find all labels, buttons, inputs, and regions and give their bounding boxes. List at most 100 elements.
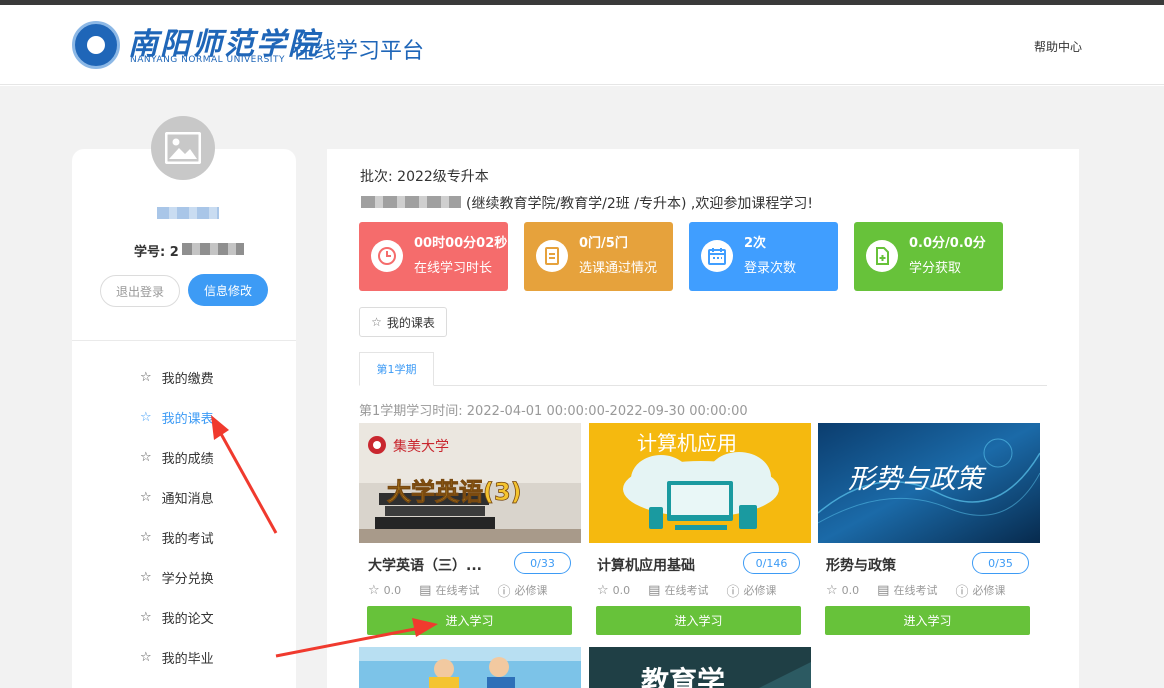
course-title[interactable]: 计算机应用基础 <box>597 555 695 575</box>
sidebar-item-exams[interactable]: ☆ 我的考试 <box>140 527 214 547</box>
course-cover-title: 大学英语(3) <box>387 478 522 506</box>
course-type: 必修课 <box>972 584 1006 597</box>
my-courses-button[interactable]: ☆ 我的课表 <box>359 307 447 337</box>
file-plus-icon <box>866 240 898 272</box>
course-type: 必修课 <box>743 584 777 597</box>
star-icon: ☆ <box>140 529 152 545</box>
course-type: 必修课 <box>514 584 548 597</box>
star-icon: ☆ <box>597 582 609 598</box>
sidebar-divider <box>72 340 296 341</box>
logo-text-en: NANYANG NORMAL UNIVERSITY <box>130 55 285 65</box>
course-cover-partial-1[interactable] <box>359 647 581 688</box>
course-cover-computer[interactable]: 计算机应用 <box>589 423 811 543</box>
stat-value: 2次 <box>744 236 767 251</box>
course-progress-badge: 0/146 <box>743 552 800 574</box>
clock-icon <box>371 240 403 272</box>
course-cover-english[interactable]: 集美大学 大学英语(3) <box>359 423 581 543</box>
semester-time: 第1学期学习时间: 2022-04-01 00:00:00-2022-09-30… <box>359 404 748 419</box>
course-meta: ☆ 0.0 ▤ 在线考试 ⓘ 必修课 <box>597 582 777 600</box>
logout-button[interactable]: 退出登录 <box>100 275 180 307</box>
stat-card-credits: 0.0分/0.0分 学分获取 <box>854 222 1003 291</box>
calendar-icon <box>701 240 733 272</box>
enter-study-button[interactable]: 进入学习 <box>367 606 572 635</box>
help-center-link[interactable]: 帮助中心 <box>1034 38 1082 55</box>
course-rating: 0.0 <box>383 583 402 597</box>
star-icon: ☆ <box>140 489 152 505</box>
course-progress-badge: 0/33 <box>514 552 571 574</box>
course-exam-type: 在线考试 <box>435 584 480 597</box>
sidebar-item-label: 我的缴费 <box>161 371 214 387</box>
course-cover-partial-2[interactable]: 教育学 <box>589 647 811 688</box>
star-icon: ☆ <box>826 582 838 598</box>
course-cover-title: 教育学 <box>641 665 725 688</box>
stat-value: 00时00分02秒 <box>414 236 508 251</box>
stat-card-study-time: 00时00分02秒 在线学习时长 <box>359 222 508 291</box>
sidebar-item-thesis[interactable]: ☆ 我的论文 <box>140 607 214 627</box>
stat-label: 登录次数 <box>744 261 797 276</box>
university-emblem-icon <box>72 21 120 69</box>
course-cover-title: 形势与政策 <box>848 464 987 495</box>
tab-bar-line <box>359 385 1047 386</box>
course-cover-title: 计算机应用 <box>637 431 737 455</box>
star-icon: ☆ <box>371 315 382 329</box>
course-meta: ☆ 0.0 ▤ 在线考试 ⓘ 必修课 <box>368 582 548 600</box>
info-icon: ⓘ <box>955 584 969 600</box>
sidebar-item-label: 通知消息 <box>161 491 214 507</box>
student-name-redacted <box>157 207 219 219</box>
welcome-text: (继续教育学院/教育学/2班 /专升本) ,欢迎参加课程学习! <box>466 196 813 212</box>
star-icon: ☆ <box>140 649 152 665</box>
star-icon: ☆ <box>140 369 152 385</box>
document-icon: ▤ <box>877 582 890 598</box>
sidebar-item-label: 我的成绩 <box>161 451 214 467</box>
sidebar-item-label: 我的考试 <box>161 531 214 547</box>
image-placeholder-icon <box>165 132 201 164</box>
course-cover-policy[interactable]: 形势与政策 <box>818 423 1040 543</box>
star-icon: ☆ <box>140 569 152 585</box>
sidebar-item-schedule[interactable]: ☆ 我的课表 <box>140 407 214 427</box>
sidebar-item-label: 学分兑换 <box>161 571 214 587</box>
course-progress-badge: 0/35 <box>972 552 1029 574</box>
student-id-redacted <box>182 243 244 255</box>
enter-study-button[interactable]: 进入学习 <box>825 606 1030 635</box>
sidebar-item-label: 我的课表 <box>161 411 214 427</box>
course-title[interactable]: 形势与政策 <box>826 555 896 575</box>
course-exam-type: 在线考试 <box>893 584 938 597</box>
course-rating: 0.0 <box>612 583 631 597</box>
sidebar-item-payment[interactable]: ☆ 我的缴费 <box>140 367 214 387</box>
course-exam-type: 在线考试 <box>664 584 709 597</box>
avatar[interactable] <box>151 116 215 180</box>
student-id-label: 学号: 2 <box>134 245 179 260</box>
stat-label: 选课通过情况 <box>579 261 658 276</box>
info-icon: ⓘ <box>497 584 511 600</box>
document-icon: ▤ <box>648 582 661 598</box>
sidebar-item-graduation[interactable]: ☆ 我的毕业 <box>140 647 214 667</box>
stat-label: 在线学习时长 <box>414 261 493 276</box>
course-title[interactable]: 大学英语（三）... <box>368 555 482 575</box>
sidebar-item-grades[interactable]: ☆ 我的成绩 <box>140 447 214 467</box>
batch-label: 批次: 2022级专升本 <box>360 169 489 185</box>
course-cover-brand: 集美大学 <box>393 438 449 455</box>
course-meta: ☆ 0.0 ▤ 在线考试 ⓘ 必修课 <box>826 582 1006 600</box>
info-icon: ⓘ <box>726 584 740 600</box>
stat-value: 0.0分/0.0分 <box>909 236 986 251</box>
sidebar-item-label: 我的论文 <box>161 611 214 627</box>
sidebar-item-notifications[interactable]: ☆ 通知消息 <box>140 487 214 507</box>
stat-card-login-count: 2次 登录次数 <box>689 222 838 291</box>
platform-title: 在线学习平台 <box>292 39 425 64</box>
my-courses-label: 我的课表 <box>386 315 435 330</box>
star-icon: ☆ <box>140 409 152 425</box>
tab-semester-1[interactable]: 第1学期 <box>359 352 434 386</box>
sidebar-item-credit-exchange[interactable]: ☆ 学分兑换 <box>140 567 214 587</box>
star-icon: ☆ <box>140 449 152 465</box>
document-icon: ▤ <box>419 582 432 598</box>
stat-label: 学分获取 <box>909 261 962 276</box>
enter-study-button[interactable]: 进入学习 <box>596 606 801 635</box>
stat-value: 0门/5门 <box>579 236 628 251</box>
document-icon <box>536 240 568 272</box>
course-rating: 0.0 <box>841 583 860 597</box>
star-icon: ☆ <box>140 609 152 625</box>
sidebar-item-label: 我的毕业 <box>161 651 214 667</box>
star-icon: ☆ <box>368 582 380 598</box>
page-header: 南阳师范学院 NANYANG NORMAL UNIVERSITY 在线学习平台 … <box>0 5 1164 85</box>
edit-profile-button[interactable]: 信息修改 <box>188 274 268 306</box>
